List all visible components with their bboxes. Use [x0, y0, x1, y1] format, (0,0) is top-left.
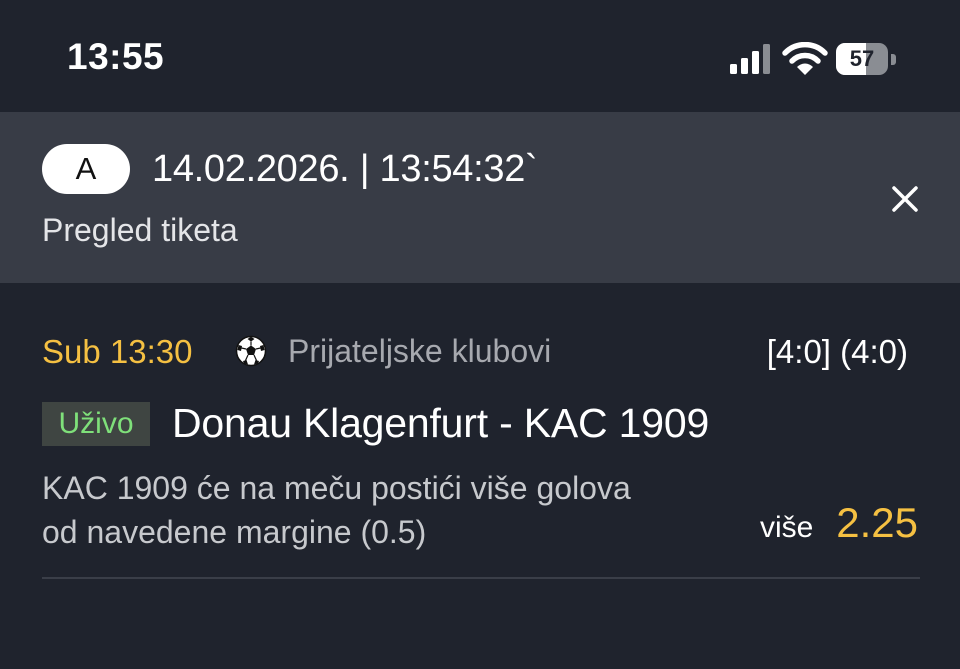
close-icon[interactable]: [884, 178, 926, 220]
match-score: [4:0] (4:0): [766, 333, 908, 370]
battery-icon: 57: [836, 43, 896, 75]
status-bar: 13:55 57: [0, 0, 960, 112]
bet-description-line-1: KAC 1909 će na meču postići više golova: [42, 470, 631, 506]
bet-description: KAC 1909 će na meču postići više golova …: [42, 466, 762, 554]
live-badge: Uživo: [42, 402, 150, 446]
bet-description-line-2: od navedene margine (0.5): [42, 514, 427, 550]
soccer-ball-icon: [235, 335, 267, 367]
divider: [42, 577, 920, 579]
status-time: 13:55: [67, 36, 165, 77]
ticket-header: A 14.02.2026. | 13:54:32` Pregled tiketa: [0, 112, 960, 283]
signal-icon: [730, 44, 770, 74]
match-entry[interactable]: Sub 13:30 Prijateljske klubovi [4:0] (4:…: [0, 283, 960, 669]
bet-odds: 2.25: [836, 499, 918, 546]
bet-pick: više: [760, 511, 814, 544]
ticket-subtitle: Pregled tiketa: [42, 212, 238, 248]
match-time: Sub 13:30: [42, 333, 193, 370]
match-teams: Donau Klagenfurt - KAC 1909: [172, 400, 710, 446]
league-name: Prijateljske klubovi: [288, 333, 552, 369]
ticket-type-badge: A: [42, 144, 130, 194]
battery-level: 57: [849, 46, 875, 71]
battery-cap: [891, 54, 896, 65]
battery-body: 57: [836, 43, 888, 75]
ticket-datetime: 14.02.2026. | 13:54:32`: [152, 148, 538, 190]
wifi-icon: [782, 42, 828, 75]
